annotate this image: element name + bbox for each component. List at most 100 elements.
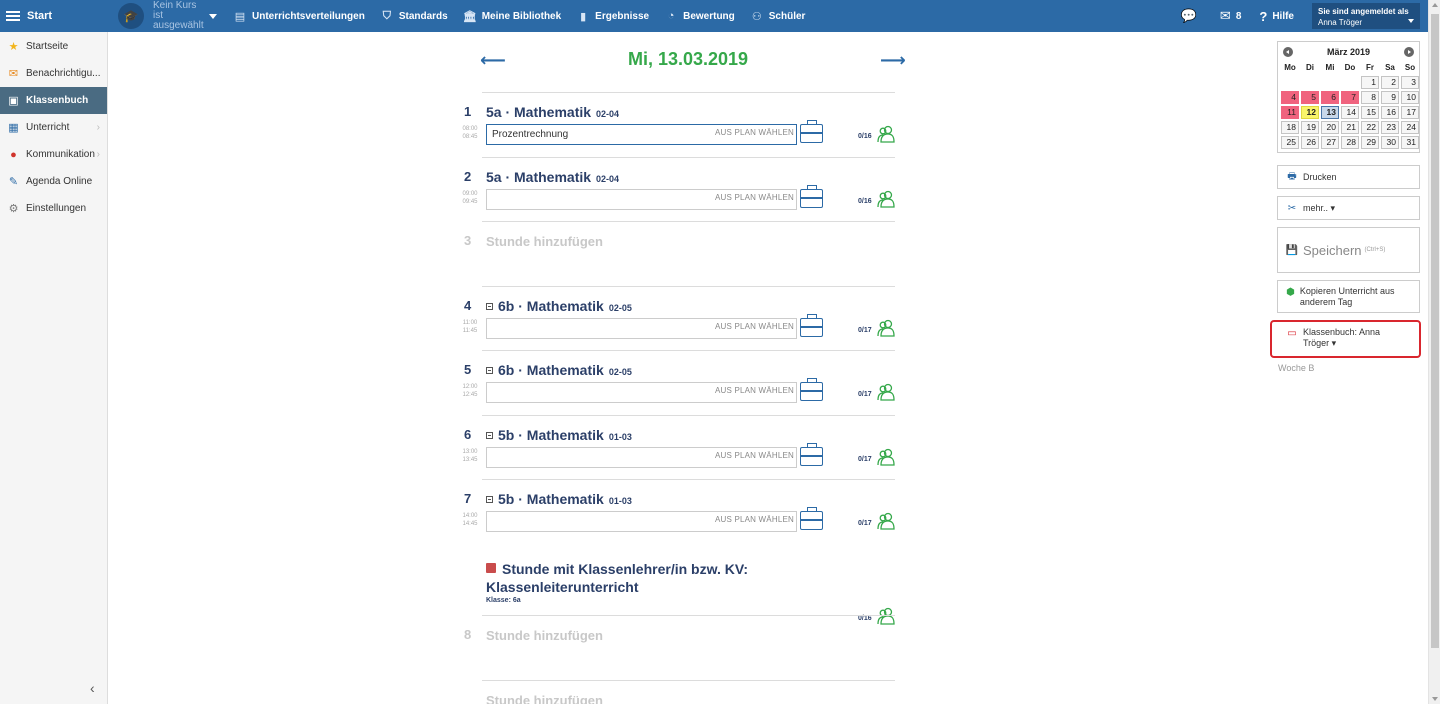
nav-standards[interactable]: ⛉ Standards bbox=[380, 10, 448, 23]
pupils-icon[interactable] bbox=[877, 448, 895, 466]
calendar-day[interactable]: 24 bbox=[1401, 121, 1419, 134]
print-button[interactable]: 🖶 Drucken bbox=[1277, 165, 1420, 189]
calendar-day[interactable]: 3 bbox=[1401, 76, 1419, 89]
copy-lesson-button[interactable]: ⬢ Kopieren Unterricht aus anderem Tag bbox=[1277, 280, 1420, 313]
klassenbuch-selector[interactable]: ▭ Klassenbuch: Anna Tröger ▾ bbox=[1270, 320, 1421, 358]
hamburger-menu-icon[interactable] bbox=[6, 11, 20, 21]
add-lesson-button[interactable]: Stunde hinzufügen bbox=[486, 234, 603, 249]
choose-from-plan-button[interactable]: AUS PLAN WÄHLEN bbox=[715, 193, 794, 202]
lesson-title[interactable]: 6b · Mathematik 02-05 bbox=[486, 362, 632, 378]
briefcase-icon[interactable] bbox=[800, 507, 823, 530]
add-lesson-button[interactable]: Stunde hinzufügen bbox=[486, 628, 603, 643]
calendar-day[interactable]: 8 bbox=[1361, 91, 1379, 104]
calendar-day[interactable]: 2 bbox=[1381, 76, 1399, 89]
start-menu-button[interactable]: Start bbox=[0, 0, 108, 32]
choose-from-plan-button[interactable]: AUS PLAN WÄHLEN bbox=[715, 515, 794, 524]
briefcase-icon[interactable] bbox=[800, 120, 823, 143]
nav-meine-bibliothek[interactable]: 🏛 Meine Bibliothek bbox=[463, 10, 561, 23]
calendar-day[interactable]: 14 bbox=[1341, 106, 1359, 119]
lesson-topic-input[interactable]: AUS PLAN WÄHLEN bbox=[486, 189, 797, 210]
sidebar-item-klassenbuch[interactable]: ▣ Klassenbuch bbox=[0, 87, 107, 114]
collapse-sidebar-icon[interactable]: ‹ bbox=[90, 680, 95, 696]
sidebar-item-kommunikation[interactable]: ● Kommunikation › bbox=[0, 141, 107, 168]
pupils-icon[interactable] bbox=[877, 125, 895, 143]
lesson-topic-input[interactable]: AUS PLAN WÄHLEN bbox=[486, 318, 797, 339]
calendar-day[interactable]: 16 bbox=[1381, 106, 1399, 119]
calendar-day[interactable]: 10 bbox=[1401, 91, 1419, 104]
lesson-topic-input[interactable]: AUS PLAN WÄHLEN bbox=[486, 511, 797, 532]
chat-button[interactable]: 💬 bbox=[1181, 8, 1202, 24]
sidebar-item-startseite[interactable]: ★ Startseite bbox=[0, 33, 107, 60]
calendar-day[interactable]: 27 bbox=[1321, 136, 1339, 149]
calendar-day[interactable]: 17 bbox=[1401, 106, 1419, 119]
previous-month-icon[interactable] bbox=[1283, 47, 1293, 57]
calendar-day[interactable]: 22 bbox=[1361, 121, 1379, 134]
lesson-topic-input[interactable]: Prozentrechnung AUS PLAN WÄHLEN bbox=[486, 124, 797, 145]
course-selector[interactable]: 🎓 Kein Kurs ist ausgewählt bbox=[118, 1, 217, 31]
nav-schueler[interactable]: ⚇ Schüler bbox=[750, 10, 806, 23]
calendar-day[interactable]: 28 bbox=[1341, 136, 1359, 149]
calendar-day[interactable]: 20 bbox=[1321, 121, 1339, 134]
nav-bewertung[interactable]: ◔ Bewertung bbox=[664, 10, 735, 23]
more-button[interactable]: ✂ mehr.. ▾ bbox=[1277, 196, 1420, 220]
calendar-day-today[interactable]: 12 bbox=[1301, 106, 1319, 119]
calendar-day[interactable]: 1 bbox=[1361, 76, 1379, 89]
calendar-day-holiday[interactable]: 5 bbox=[1301, 91, 1319, 104]
help-button[interactable]: ? Hilfe bbox=[1259, 9, 1294, 24]
messages-button[interactable]: ✉ 8 bbox=[1220, 8, 1241, 24]
nav-ergebnisse[interactable]: ▮ Ergebnisse bbox=[576, 10, 649, 23]
lesson-title[interactable]: 5b · Mathematik 01-03 bbox=[486, 427, 632, 443]
scroll-up-icon[interactable] bbox=[1432, 3, 1438, 7]
pupils-icon[interactable] bbox=[877, 512, 895, 530]
calendar-day-selected[interactable]: 13 bbox=[1321, 106, 1339, 119]
briefcase-icon[interactable] bbox=[800, 443, 823, 466]
user-menu[interactable]: Sie sind angemeldet als Anna Tröger bbox=[1312, 3, 1420, 29]
calendar-day-holiday[interactable]: 4 bbox=[1281, 91, 1299, 104]
pupils-icon[interactable] bbox=[877, 190, 895, 208]
lesson-title[interactable]: 5b · Mathematik 01-03 bbox=[486, 491, 632, 507]
sidebar-item-benachrichtigungen[interactable]: ✉ Benachrichtigu... bbox=[0, 60, 107, 87]
briefcase-icon[interactable] bbox=[800, 185, 823, 208]
calendar-day-holiday[interactable]: 11 bbox=[1281, 106, 1299, 119]
choose-from-plan-button[interactable]: AUS PLAN WÄHLEN bbox=[715, 322, 794, 331]
sidebar-item-agenda-online[interactable]: ✎ Agenda Online bbox=[0, 168, 107, 195]
lesson-topic-input[interactable]: AUS PLAN WÄHLEN bbox=[486, 447, 797, 468]
choose-from-plan-button[interactable]: AUS PLAN WÄHLEN bbox=[715, 451, 794, 460]
next-month-icon[interactable] bbox=[1404, 47, 1414, 57]
calendar-day-holiday[interactable]: 7 bbox=[1341, 91, 1359, 104]
briefcase-icon[interactable] bbox=[800, 378, 823, 401]
calendar-day[interactable]: 15 bbox=[1361, 106, 1379, 119]
collapse-icon[interactable] bbox=[486, 432, 493, 439]
pupils-icon[interactable] bbox=[877, 319, 895, 337]
calendar-day[interactable]: 29 bbox=[1361, 136, 1379, 149]
calendar-day[interactable]: 21 bbox=[1341, 121, 1359, 134]
calendar-day[interactable]: 23 bbox=[1381, 121, 1399, 134]
briefcase-icon[interactable] bbox=[800, 314, 823, 337]
choose-from-plan-button[interactable]: AUS PLAN WÄHLEN bbox=[715, 386, 794, 395]
choose-from-plan-button[interactable]: AUS PLAN WÄHLEN bbox=[715, 128, 794, 137]
sidebar-item-unterricht[interactable]: ▦ Unterricht › bbox=[0, 114, 107, 141]
scroll-down-icon[interactable] bbox=[1432, 697, 1438, 701]
collapse-icon[interactable] bbox=[486, 303, 493, 310]
lesson-title[interactable]: 6b · Mathematik 02-05 bbox=[486, 298, 632, 314]
chevron-down-icon[interactable] bbox=[209, 13, 217, 19]
collapse-icon[interactable] bbox=[486, 496, 493, 503]
calendar-day[interactable]: 30 bbox=[1381, 136, 1399, 149]
vertical-scrollbar[interactable] bbox=[1428, 0, 1440, 704]
calendar-day[interactable]: 18 bbox=[1281, 121, 1299, 134]
calendar-day[interactable]: 9 bbox=[1381, 91, 1399, 104]
calendar-day[interactable]: 26 bbox=[1301, 136, 1319, 149]
class-teacher-lesson-title[interactable]: Stunde mit Klassenlehrer/in bzw. KV: Kla… bbox=[486, 560, 786, 596]
lesson-topic-input[interactable]: AUS PLAN WÄHLEN bbox=[486, 382, 797, 403]
nav-unterrichtsverteilungen[interactable]: ▤ Unterrichtsverteilungen bbox=[233, 10, 365, 23]
calendar-day[interactable]: 31 bbox=[1401, 136, 1419, 149]
scrollbar-thumb[interactable] bbox=[1431, 14, 1439, 648]
calendar-day[interactable]: 19 bbox=[1301, 121, 1319, 134]
lesson-title[interactable]: 5a · Mathematik 02-04 bbox=[486, 169, 619, 185]
save-button[interactable]: 💾 Speichern (Ctrl+S) bbox=[1277, 227, 1420, 273]
calendar-day-holiday[interactable]: 6 bbox=[1321, 91, 1339, 104]
next-day-arrow-icon[interactable]: ⟶ bbox=[880, 50, 906, 71]
pupils-icon[interactable] bbox=[877, 383, 895, 401]
lesson-title[interactable]: 5a · Mathematik 02-04 bbox=[486, 104, 619, 120]
sidebar-item-einstellungen[interactable]: ⚙ Einstellungen bbox=[0, 195, 107, 222]
